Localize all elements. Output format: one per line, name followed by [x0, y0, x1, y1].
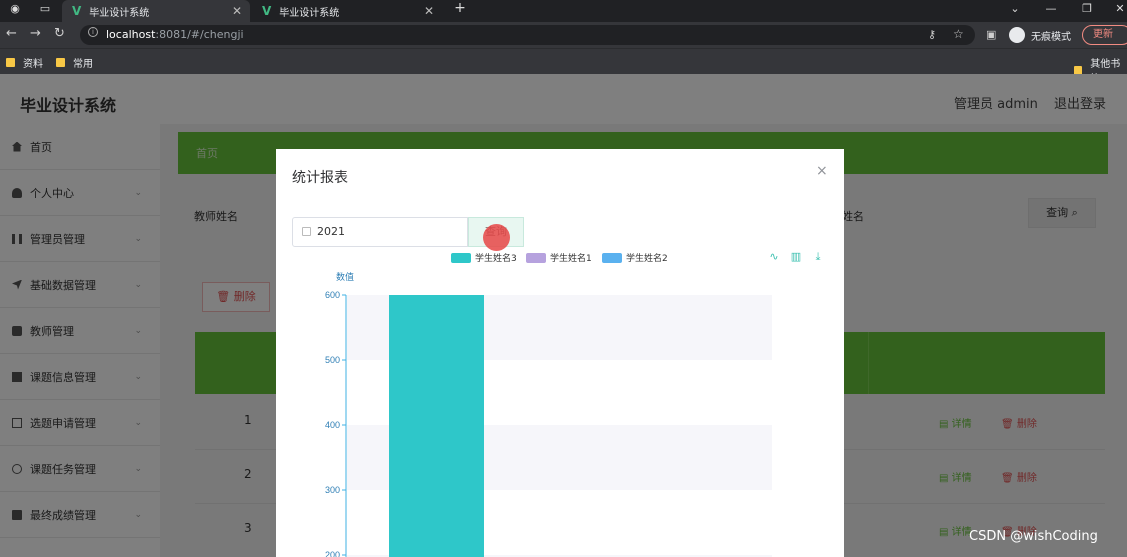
- bookmark-label: 常用: [73, 59, 93, 70]
- tab-inactive[interactable]: V 毕业设计系统 ✕: [252, 0, 442, 22]
- url-input[interactable]: localhost:8081/#/chengji: [80, 25, 975, 45]
- bookmark-folder[interactable]: 资料: [6, 55, 43, 70]
- reload-icon[interactable]: ↻: [54, 26, 65, 41]
- bookmark-folder[interactable]: 常用: [56, 55, 93, 70]
- bookmark-label: 资料: [23, 59, 43, 70]
- forward-icon[interactable]: →: [30, 26, 41, 41]
- folder-icon: [56, 58, 65, 67]
- incognito-indicator[interactable]: 无痕模式: [1009, 25, 1071, 45]
- browser-tab-bar: ◉ ▭ V 毕业设计系统 ✕ V 毕业设计系统 ✕ + ⌄ — ❐ ✕: [0, 0, 1127, 22]
- bar-chart: 200 300 400 500 600 数值: [325, 271, 772, 557]
- incognito-icon: [1009, 27, 1025, 43]
- tab-list-icon[interactable]: ⌄: [1008, 2, 1022, 15]
- restore-icon[interactable]: ❐: [1080, 2, 1094, 15]
- star-icon[interactable]: ☆: [953, 27, 964, 41]
- chart-bars: [389, 295, 484, 557]
- back-icon[interactable]: ←: [6, 26, 17, 41]
- tab-search-icon[interactable]: ▭: [38, 2, 52, 15]
- y-tick-label: 500: [325, 355, 340, 365]
- browser-menu-icon[interactable]: ◉: [8, 2, 22, 15]
- url-host: localhost: [106, 28, 156, 41]
- new-tab-button[interactable]: +: [452, 0, 468, 16]
- key-icon[interactable]: ⚷: [928, 28, 936, 41]
- tab-close-icon[interactable]: ✕: [232, 4, 242, 18]
- folder-icon: [6, 58, 15, 67]
- sidepanel-icon[interactable]: ▣: [986, 28, 996, 41]
- url-path: :8081/#/chengji: [155, 28, 244, 41]
- tab-active[interactable]: V 毕业设计系统 ✕: [62, 0, 250, 22]
- vue-logo-icon: V: [72, 4, 82, 18]
- bookmarks-bar: 资料 常用 其他书签: [0, 48, 1127, 85]
- csdn-watermark: CSDN @wishCoding: [969, 529, 1098, 544]
- vue-logo-icon: V: [262, 4, 272, 18]
- bar-学生姓名3[interactable]: [389, 295, 484, 557]
- y-tick-label: 300: [325, 485, 340, 495]
- incognito-label: 无痕模式: [1031, 31, 1071, 43]
- y-axis-label: 数值: [336, 271, 354, 282]
- y-axis-ticks: 200 300 400 500 600: [325, 290, 346, 557]
- screen: ◉ ▭ V 毕业设计系统 ✕ V 毕业设计系统 ✕ + ⌄ — ❐ ✕ ← → …: [0, 0, 1127, 557]
- tab-title: 毕业设计系统: [279, 7, 340, 19]
- minimize-icon[interactable]: —: [1044, 2, 1058, 15]
- update-button[interactable]: 更新: [1082, 25, 1127, 45]
- stats-report-dialog: 统计报表 × 2021 查询 学生姓名3 学生姓名1 学生姓名2 ∿ ▥ ⤓ 2…: [276, 149, 844, 557]
- y-tick-label: 600: [325, 290, 340, 300]
- y-tick-label: 400: [325, 420, 340, 430]
- y-tick-label: 200: [325, 550, 340, 557]
- address-bar-row: ← → ↻ localhost:8081/#/chengji ⚷ ☆ ▣: [0, 22, 1127, 48]
- tab-title: 毕业设计系统: [89, 7, 150, 19]
- site-info-icon[interactable]: i: [88, 27, 98, 37]
- window-close-icon[interactable]: ✕: [1113, 2, 1127, 15]
- tab-close-icon[interactable]: ✕: [424, 4, 434, 18]
